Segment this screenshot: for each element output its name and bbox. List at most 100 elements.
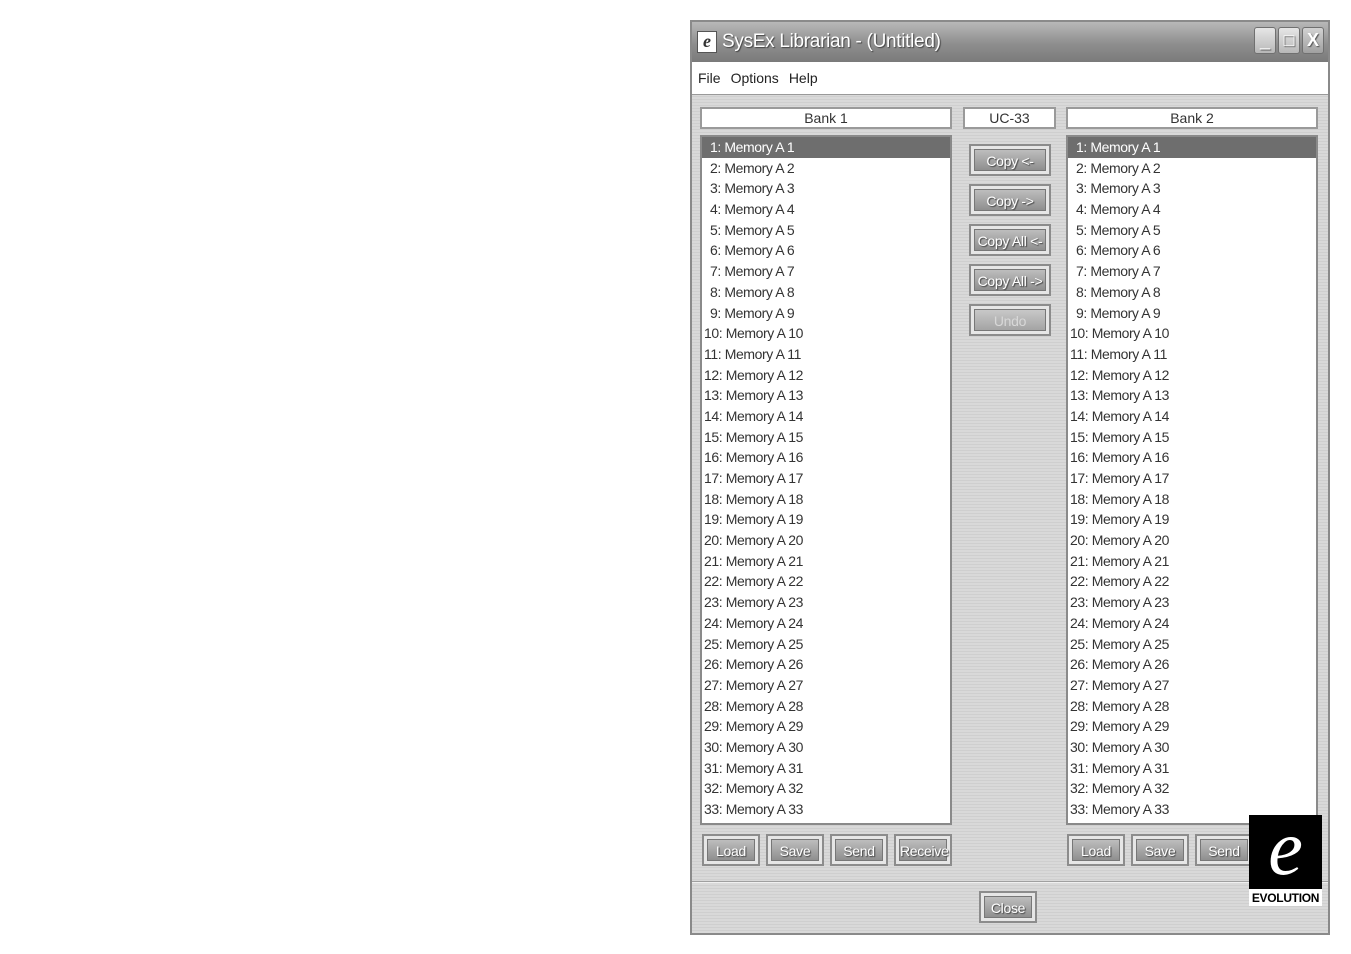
bank1-load-label: Load (707, 839, 755, 861)
bank2-header: Bank 2 (1066, 107, 1318, 129)
bank1-send-button[interactable]: Send (830, 834, 888, 866)
list-item[interactable]: 1: Memory A 1 (1068, 137, 1316, 158)
list-item[interactable]: 15: Memory A 15 (702, 427, 950, 448)
copy-right-label: Copy -> (974, 189, 1046, 211)
list-item[interactable]: 29: Memory A 29 (1068, 716, 1316, 737)
list-item[interactable]: 28: Memory A 28 (702, 696, 950, 717)
list-item[interactable]: 20: Memory A 20 (1068, 530, 1316, 551)
window-controls: _ □ X (1254, 27, 1324, 54)
list-item[interactable]: 26: Memory A 26 (1068, 654, 1316, 675)
list-item[interactable]: 23: Memory A 23 (702, 592, 950, 613)
list-item[interactable]: 4: Memory A 4 (702, 199, 950, 220)
title-bar[interactable]: e SysEx Librarian - (Untitled) _ □ X (692, 22, 1328, 62)
list-item[interactable]: 6: Memory A 6 (1068, 240, 1316, 261)
close-window-button[interactable]: X (1302, 27, 1324, 54)
list-item[interactable]: 11: Memory A 11 (1068, 344, 1316, 365)
device-label: UC-33 (963, 107, 1056, 129)
bank1-save-button[interactable]: Save (766, 834, 824, 866)
list-item[interactable]: 10: Memory A 10 (1068, 323, 1316, 344)
window-title: SysEx Librarian - (Untitled) (722, 31, 941, 52)
bank1-save-label: Save (771, 839, 819, 861)
close-button[interactable]: Close (979, 891, 1037, 923)
list-item[interactable]: 22: Memory A 22 (1068, 571, 1316, 592)
list-item[interactable]: 16: Memory A 16 (1068, 447, 1316, 468)
list-item[interactable]: 10: Memory A 10 (702, 323, 950, 344)
list-item[interactable]: 24: Memory A 24 (702, 613, 950, 634)
list-item[interactable]: 13: Memory A 13 (702, 385, 950, 406)
list-item[interactable]: 21: Memory A 21 (1068, 551, 1316, 572)
list-item[interactable]: 17: Memory A 17 (702, 468, 950, 489)
list-item[interactable]: 28: Memory A 28 (1068, 696, 1316, 717)
list-item[interactable]: 2: Memory A 2 (1068, 158, 1316, 179)
copy-all-right-button[interactable]: Copy All -> (969, 264, 1051, 296)
list-item[interactable]: 7: Memory A 7 (702, 261, 950, 282)
list-item[interactable]: 17: Memory A 17 (1068, 468, 1316, 489)
list-item[interactable]: 15: Memory A 15 (1068, 427, 1316, 448)
list-item[interactable]: 31: Memory A 31 (1068, 758, 1316, 779)
list-item[interactable]: 22: Memory A 22 (702, 571, 950, 592)
minimize-button[interactable]: _ (1254, 27, 1276, 54)
list-item[interactable]: 24: Memory A 24 (1068, 613, 1316, 634)
list-item[interactable]: 3: Memory A 3 (702, 178, 950, 199)
list-item[interactable]: 7: Memory A 7 (1068, 261, 1316, 282)
list-item[interactable]: 12: Memory A 12 (702, 365, 950, 386)
copy-all-left-button[interactable]: Copy All <- (969, 224, 1051, 256)
list-item[interactable]: 19: Memory A 19 (702, 509, 950, 530)
list-item[interactable]: 21: Memory A 21 (702, 551, 950, 572)
bank1-send-label: Send (835, 839, 883, 861)
list-item[interactable]: 12: Memory A 12 (1068, 365, 1316, 386)
list-item[interactable]: 19: Memory A 19 (1068, 509, 1316, 530)
list-item[interactable]: 14: Memory A 14 (702, 406, 950, 427)
bank2-send-button[interactable]: Send (1195, 834, 1253, 866)
list-item[interactable]: 4: Memory A 4 (1068, 199, 1316, 220)
list-item[interactable]: 29: Memory A 29 (702, 716, 950, 737)
menu-file[interactable]: File (694, 70, 725, 86)
list-item[interactable]: 5: Memory A 5 (1068, 220, 1316, 241)
evolution-logo: e EVOLUTION (1249, 809, 1322, 906)
list-item[interactable]: 27: Memory A 27 (702, 675, 950, 696)
bank2-load-label: Load (1072, 839, 1120, 861)
list-item[interactable]: 25: Memory A 25 (702, 634, 950, 655)
list-item[interactable]: 3: Memory A 3 (1068, 178, 1316, 199)
menu-help[interactable]: Help (785, 70, 822, 86)
menu-options[interactable]: Options (727, 70, 783, 86)
list-item[interactable]: 32: Memory A 32 (1068, 778, 1316, 799)
list-item[interactable]: 30: Memory A 30 (702, 737, 950, 758)
bank2-load-button[interactable]: Load (1067, 834, 1125, 866)
list-item[interactable]: 33: Memory A 33 (702, 799, 950, 820)
list-item[interactable]: 18: Memory A 18 (702, 489, 950, 510)
list-item[interactable]: 30: Memory A 30 (1068, 737, 1316, 758)
bank1-receive-button[interactable]: Receive (894, 834, 952, 866)
list-item[interactable]: 23: Memory A 23 (1068, 592, 1316, 613)
copy-right-button[interactable]: Copy -> (969, 184, 1051, 216)
list-item[interactable]: 25: Memory A 25 (1068, 634, 1316, 655)
maximize-button[interactable]: □ (1278, 27, 1300, 54)
list-item[interactable]: 9: Memory A 9 (702, 303, 950, 324)
list-item[interactable]: 31: Memory A 31 (702, 758, 950, 779)
list-item[interactable]: 18: Memory A 18 (1068, 489, 1316, 510)
list-item[interactable]: 1: Memory A 1 (702, 137, 950, 158)
list-item[interactable]: 16: Memory A 16 (702, 447, 950, 468)
sysex-librarian-window: e SysEx Librarian - (Untitled) _ □ X Fil… (690, 20, 1330, 935)
evolution-logo-text: EVOLUTION (1251, 891, 1320, 905)
list-item[interactable]: 8: Memory A 8 (702, 282, 950, 303)
list-item[interactable]: 2: Memory A 2 (702, 158, 950, 179)
copy-all-right-label: Copy All -> (974, 269, 1046, 291)
list-item[interactable]: 14: Memory A 14 (1068, 406, 1316, 427)
bank1-load-button[interactable]: Load (702, 834, 760, 866)
list-item[interactable]: 27: Memory A 27 (1068, 675, 1316, 696)
bank1-list[interactable]: 1: Memory A 1 2: Memory A 2 3: Memory A 34… (700, 135, 952, 825)
bank2-list[interactable]: 1: Memory A 1 2: Memory A 2 3: Memory A 34… (1066, 135, 1318, 825)
copy-left-button[interactable]: Copy <- (969, 144, 1051, 176)
undo-button[interactable]: Undo (969, 304, 1051, 336)
list-item[interactable]: 11: Memory A 11 (702, 344, 950, 365)
list-item[interactable]: 8: Memory A 8 (1068, 282, 1316, 303)
list-item[interactable]: 13: Memory A 13 (1068, 385, 1316, 406)
list-item[interactable]: 6: Memory A 6 (702, 240, 950, 261)
list-item[interactable]: 32: Memory A 32 (702, 778, 950, 799)
list-item[interactable]: 9: Memory A 9 (1068, 303, 1316, 324)
list-item[interactable]: 20: Memory A 20 (702, 530, 950, 551)
list-item[interactable]: 26: Memory A 26 (702, 654, 950, 675)
bank2-save-button[interactable]: Save (1131, 834, 1189, 866)
list-item[interactable]: 5: Memory A 5 (702, 220, 950, 241)
